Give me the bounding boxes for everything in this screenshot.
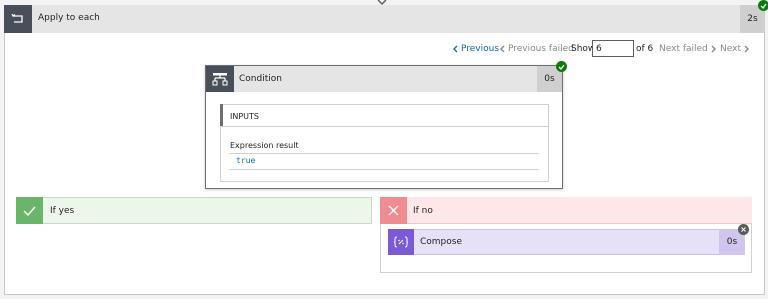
success-check-icon [758,0,768,11]
next-failed-label: Next failed [659,44,708,54]
success-check-icon [556,61,567,72]
apply-to-each-header[interactable] [4,5,765,33]
condition-title: Condition [239,74,282,84]
condition-icon [206,66,234,92]
expression-result-label: Expression result [230,141,299,150]
previous-link[interactable]: Previous [453,44,499,54]
divider [220,126,549,127]
previous-label: Previous [461,44,500,54]
inputs-accent-bar [220,104,223,126]
compose-title: Compose [420,237,463,247]
chevron-left-icon [500,45,505,53]
expression-result-value: true [236,156,256,165]
apply-to-each-title: Apply to each [38,13,100,23]
of-total-label: of 6 [636,44,654,54]
skipped-x-icon [738,224,749,235]
next-failed-link[interactable]: Next failed [659,44,716,54]
checkmark-icon [16,197,43,224]
inputs-heading[interactable]: INPUTS [230,112,259,121]
iteration-input[interactable] [592,40,634,57]
compose-icon [388,229,414,255]
if-yes-label: If yes [50,206,75,216]
expression-result-field [229,153,539,170]
chevron-left-icon [453,45,458,53]
if-no-label: If no [413,206,433,216]
close-icon [380,197,407,224]
chevron-right-icon [711,45,716,53]
if-no-header[interactable] [380,197,752,224]
loop-icon [4,5,32,33]
chevron-right-icon [744,45,749,53]
previous-failed-link[interactable]: Previous failed [500,44,574,54]
next-label: Next [720,44,741,54]
next-link[interactable]: Next [720,44,749,54]
previous-failed-label: Previous failed [508,44,574,54]
